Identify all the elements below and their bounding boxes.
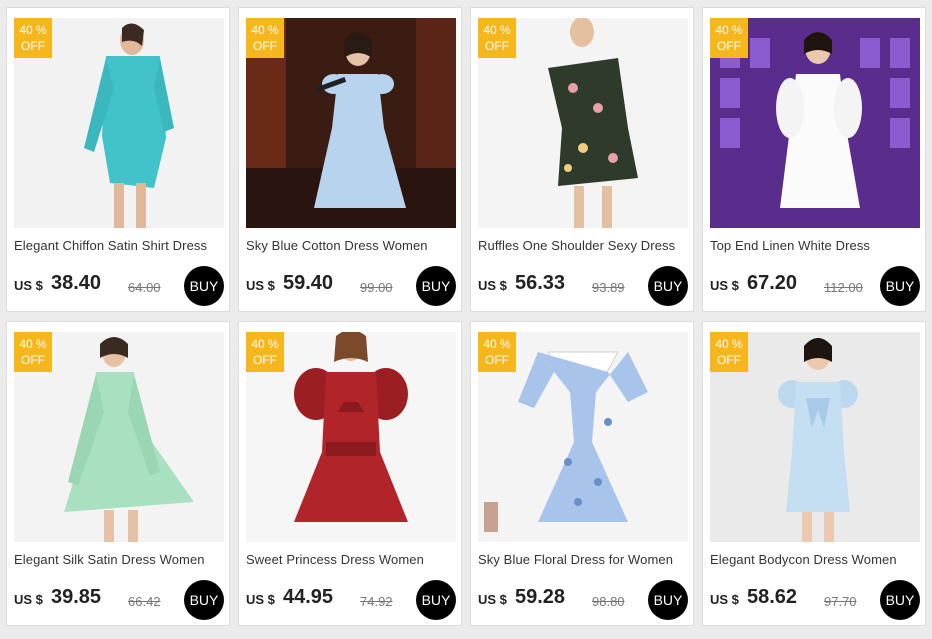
buy-button[interactable]: BUY xyxy=(184,266,224,306)
discount-badge: 40 % OFF xyxy=(710,332,748,372)
discount-badge: 40 % OFF xyxy=(710,18,748,58)
product-card[interactable]: 40 % OFF Elegant Chiffon Satin Shirt Dres… xyxy=(6,7,230,312)
buy-button[interactable]: BUY xyxy=(416,580,456,620)
product-title[interactable]: Ruffles One Shoulder Sexy Dress xyxy=(478,238,690,253)
product-price: 38.40 xyxy=(51,272,102,294)
original-price: 97.70 xyxy=(824,594,857,609)
product-title[interactable]: Sky Blue Floral Dress for Women xyxy=(478,552,690,567)
buy-button[interactable]: BUY xyxy=(880,266,920,306)
product-price: 44.95 xyxy=(283,586,334,608)
currency-label: US $ xyxy=(246,592,275,607)
buy-button[interactable]: BUY xyxy=(648,580,688,620)
product-card[interactable]: 40 % OFF Sweet Princess Dress Women US $ … xyxy=(238,321,462,626)
product-price: 59.28 xyxy=(515,586,566,608)
currency-label: US $ xyxy=(246,278,275,293)
original-price: 99.00 xyxy=(360,280,393,295)
currency-label: US $ xyxy=(478,278,507,293)
discount-badge: 40 % OFF xyxy=(14,18,52,58)
product-price: 59.40 xyxy=(283,272,334,294)
product-card[interactable]: 40 % OFF Sky Blue Cotton Dress Women US $… xyxy=(238,7,462,312)
currency-label: US $ xyxy=(710,592,739,607)
original-price: 74.92 xyxy=(360,594,393,609)
product-price: 67.20 xyxy=(747,272,798,294)
buy-button[interactable]: BUY xyxy=(184,580,224,620)
original-price: 112.00 xyxy=(824,280,863,295)
product-title[interactable]: Elegant Chiffon Satin Shirt Dress xyxy=(14,238,226,253)
discount-badge: 40 % OFF xyxy=(478,18,516,58)
product-title[interactable]: Top End Linen White Dress xyxy=(710,238,922,253)
product-card[interactable]: 40 % OFF Ruffles One Shoulder Sexy Dress … xyxy=(470,7,694,312)
discount-badge: 40 % OFF xyxy=(14,332,52,372)
product-title[interactable]: Sweet Princess Dress Women xyxy=(246,552,458,567)
buy-button[interactable]: BUY xyxy=(880,580,920,620)
product-title[interactable]: Elegant Bodycon Dress Women xyxy=(710,552,922,567)
product-card[interactable]: 40 % OFF Sky Blue Floral Dress for Women … xyxy=(470,321,694,626)
original-price: 98.80 xyxy=(592,594,625,609)
original-price: 64.00 xyxy=(128,280,161,295)
product-grid: 40 % OFF Elegant Chiffon Satin Shirt Dres… xyxy=(6,7,928,635)
currency-label: US $ xyxy=(478,592,507,607)
buy-button[interactable]: BUY xyxy=(416,266,456,306)
product-title[interactable]: Sky Blue Cotton Dress Women xyxy=(246,238,458,253)
product-price: 39.85 xyxy=(51,586,102,608)
product-price: 56.33 xyxy=(515,272,566,294)
currency-label: US $ xyxy=(14,278,43,293)
original-price: 93.89 xyxy=(592,280,625,295)
buy-button[interactable]: BUY xyxy=(648,266,688,306)
product-price: 58.62 xyxy=(747,586,798,608)
original-price: 66.42 xyxy=(128,594,161,609)
product-title[interactable]: Elegant Silk Satin Dress Women xyxy=(14,552,226,567)
currency-label: US $ xyxy=(710,278,739,293)
product-card[interactable]: 40 % OFF Top End Linen White Dress US $ 6… xyxy=(702,7,926,312)
currency-label: US $ xyxy=(14,592,43,607)
discount-badge: 40 % OFF xyxy=(246,332,284,372)
discount-badge: 40 % OFF xyxy=(246,18,284,58)
product-card[interactable]: 40 % OFF Elegant Bodycon Dress Women US $… xyxy=(702,321,926,626)
product-card[interactable]: 40 % OFF Elegant Silk Satin Dress Women U… xyxy=(6,321,230,626)
discount-badge: 40 % OFF xyxy=(478,332,516,372)
